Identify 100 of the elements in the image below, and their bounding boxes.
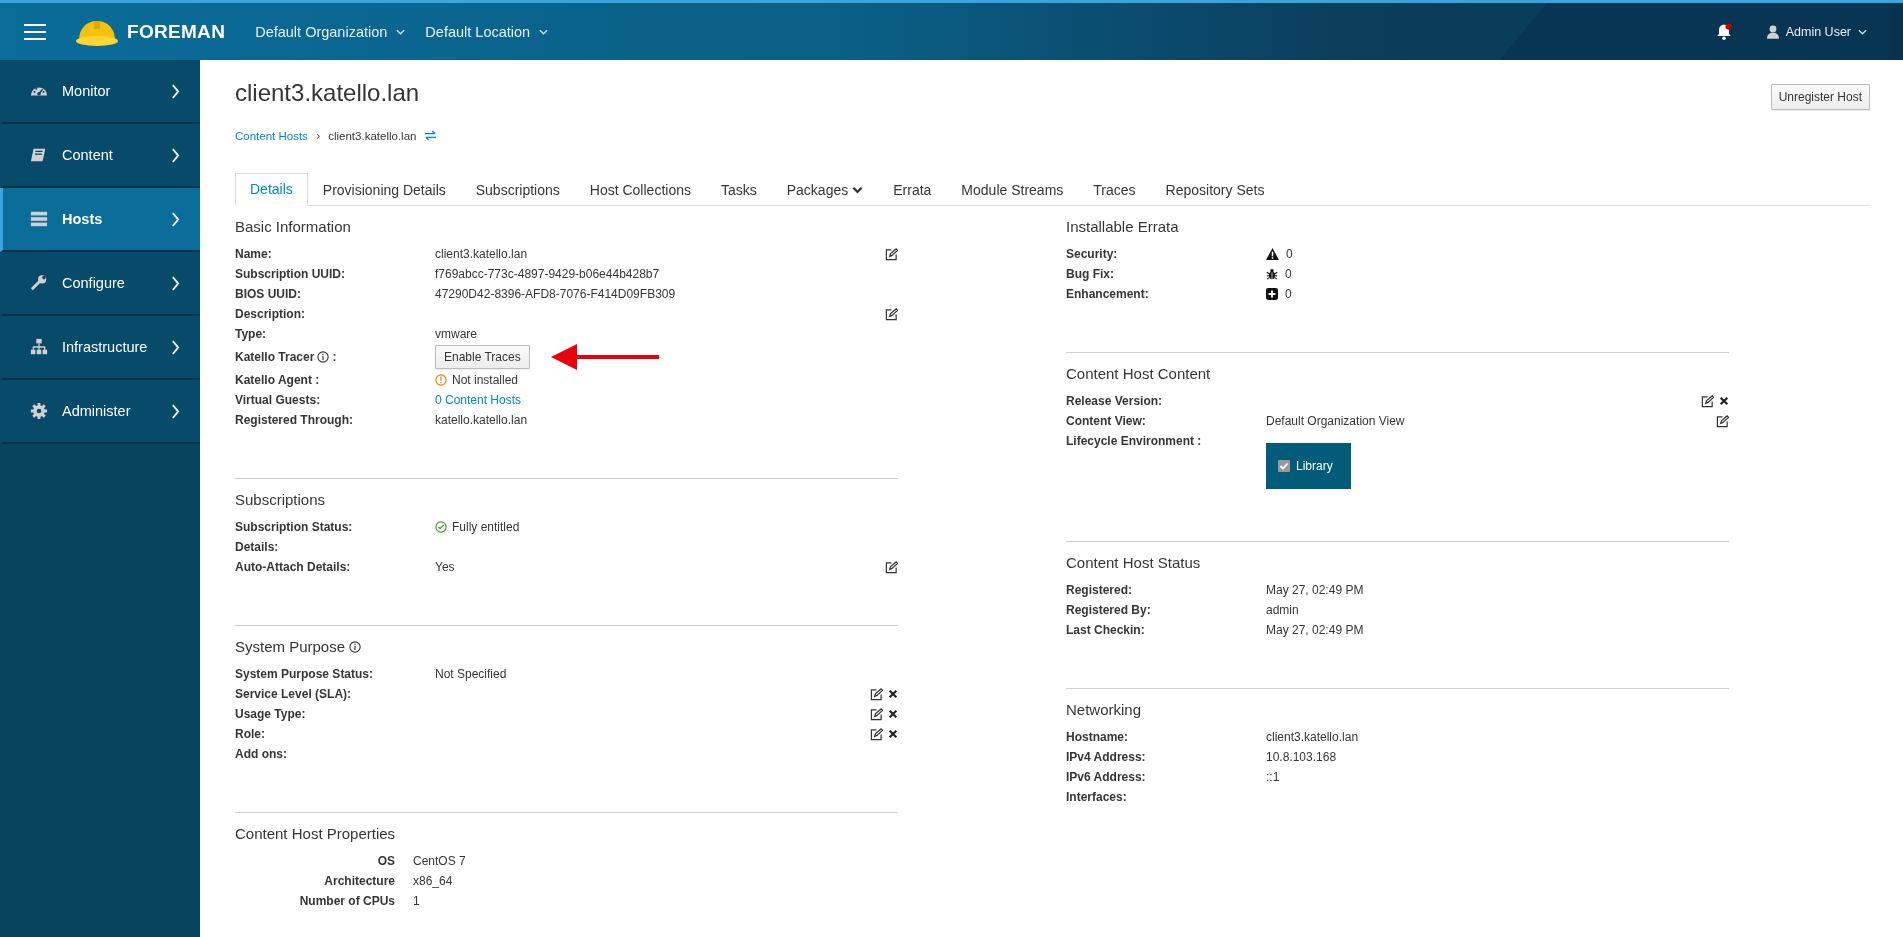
- errata-count: 0: [1286, 247, 1293, 261]
- close-icon[interactable]: [888, 689, 898, 699]
- edit-icon[interactable]: [1716, 414, 1729, 428]
- edit-icon[interactable]: [870, 707, 883, 721]
- edit-icon[interactable]: [870, 727, 883, 741]
- field-label: Virtual Guests:: [235, 393, 321, 407]
- wrench-icon: [30, 274, 48, 292]
- chevron-right-icon: [171, 339, 180, 355]
- field-value: May 27, 02:49 PM: [1266, 623, 1364, 637]
- swap-arrows-icon[interactable]: [424, 130, 438, 141]
- field-label: Role:: [235, 727, 265, 741]
- info-icon: [317, 351, 330, 363]
- field-label: Subscription UUID:: [235, 267, 345, 281]
- section-title: Content Host Content: [1066, 365, 1211, 382]
- caret-icon: [539, 28, 549, 35]
- server-icon: [30, 210, 48, 228]
- edit-icon[interactable]: [1701, 394, 1714, 408]
- field-label: Usage Type:: [235, 707, 306, 721]
- field-label: Interfaces:: [1066, 790, 1127, 804]
- edit-icon[interactable]: [885, 247, 898, 261]
- errata-count: 0: [1285, 287, 1292, 301]
- close-icon[interactable]: [1719, 396, 1729, 406]
- edit-icon[interactable]: [885, 560, 898, 574]
- field-label: Details:: [235, 540, 279, 554]
- tab[interactable]: Module Streams: [946, 173, 1079, 206]
- tab[interactable]: Traces: [1078, 173, 1151, 206]
- field-label: Hostname:: [1066, 730, 1128, 744]
- tab[interactable]: Details: [235, 173, 308, 206]
- field-label: Add ons:: [235, 747, 287, 761]
- context-dropdown[interactable]: Default Location: [417, 11, 561, 52]
- breadcrumb-link[interactable]: Content Hosts: [235, 129, 308, 142]
- field-label: Enhancement:: [1066, 287, 1149, 301]
- tab[interactable]: Subscriptions: [460, 173, 575, 206]
- enable-traces-button[interactable]: Enable Traces: [435, 345, 530, 369]
- edit-icon[interactable]: [885, 307, 898, 321]
- tab[interactable]: Packages: [771, 173, 879, 206]
- status-text: Fully entitled: [452, 520, 520, 534]
- field-label: IPv6 Address:: [1066, 770, 1146, 784]
- sitemap-icon: [30, 338, 48, 356]
- check-circle-icon: [435, 521, 447, 533]
- field-value: f769abcc-773c-4897-9429-b06e44b428b7: [435, 267, 660, 281]
- sidebar-item[interactable]: Hosts: [0, 188, 200, 252]
- tab[interactable]: Repository Sets: [1150, 173, 1280, 206]
- status-text: Not installed: [452, 373, 519, 387]
- field-value: client3.katello.lan: [1266, 730, 1359, 744]
- field-label: Name:: [235, 247, 272, 261]
- bug-icon: [1266, 268, 1278, 280]
- content-hosts-link[interactable]: 0 Content Hosts: [435, 393, 522, 407]
- menu-icon[interactable]: [24, 23, 46, 40]
- tab[interactable]: Errata: [878, 173, 947, 206]
- close-icon[interactable]: [888, 729, 898, 739]
- field-value: 10.8.103.168: [1266, 750, 1337, 764]
- field-value: katello.katello.lan: [435, 413, 528, 427]
- field-value: Default Organization View: [1266, 414, 1405, 428]
- field-value: vmware: [435, 327, 477, 341]
- check-icon: [1279, 461, 1289, 471]
- caret-icon: [852, 185, 864, 194]
- section-title: Installable Errata: [1066, 218, 1179, 235]
- field-label: Release Version:: [1066, 394, 1163, 408]
- field-label: IPv4 Address:: [1066, 750, 1146, 764]
- unregister-button[interactable]: Unregister Host: [1770, 84, 1870, 110]
- section-title: Subscriptions: [235, 491, 326, 508]
- chevron-right-icon: [171, 83, 180, 99]
- field-value: 1: [413, 894, 420, 908]
- field-value: Yes: [435, 560, 455, 574]
- field-label: Type:: [235, 327, 267, 341]
- section-title: Networking: [1066, 701, 1142, 718]
- field-label: Bug Fix:: [1066, 267, 1114, 281]
- field-value: x86_64: [413, 874, 453, 888]
- field-label: Subscription Status:: [235, 520, 353, 534]
- section-title: System Purpose: [235, 638, 346, 655]
- warning-circle-icon: [435, 374, 447, 386]
- field-label: Content View:: [1066, 414, 1146, 428]
- field-value: admin: [1266, 603, 1299, 617]
- field-value: May 27, 02:49 PM: [1266, 583, 1364, 597]
- context-dropdown[interactable]: Default Organization: [247, 11, 418, 52]
- sidebar-item[interactable]: Administer: [0, 380, 200, 444]
- tab[interactable]: Host Collections: [574, 173, 706, 206]
- user-menu[interactable]: Admin User: [1760, 23, 1873, 40]
- brand-name: FOREMAN: [127, 20, 226, 43]
- sidebar-item[interactable]: Configure: [0, 252, 200, 316]
- field-label: Registered By:: [1066, 603, 1151, 617]
- field-label: Architecture: [323, 874, 395, 888]
- breadcrumb-separator: ›: [315, 128, 321, 143]
- field-value: client3.katello.lan: [435, 247, 528, 261]
- book-icon: [30, 146, 48, 164]
- tab[interactable]: Provisioning Details: [307, 173, 461, 206]
- sidebar-item[interactable]: Monitor: [0, 60, 200, 124]
- field-value: ::1: [1266, 770, 1280, 784]
- section-title: Content Host Properties: [235, 825, 396, 842]
- edit-icon[interactable]: [870, 687, 883, 701]
- sidebar-item[interactable]: Content: [0, 124, 200, 188]
- field-value: 47290D42-8396-AFD8-7076-F414D09FB309: [435, 287, 676, 301]
- close-icon[interactable]: [888, 709, 898, 719]
- field-label: Description:: [235, 307, 305, 321]
- tab[interactable]: Tasks: [705, 173, 772, 206]
- sidebar-item[interactable]: Infrastructure: [0, 316, 200, 380]
- field-value: Not Specified: [435, 667, 507, 681]
- environment-option[interactable]: Library: [1266, 443, 1351, 489]
- checkbox[interactable]: [1278, 460, 1290, 472]
